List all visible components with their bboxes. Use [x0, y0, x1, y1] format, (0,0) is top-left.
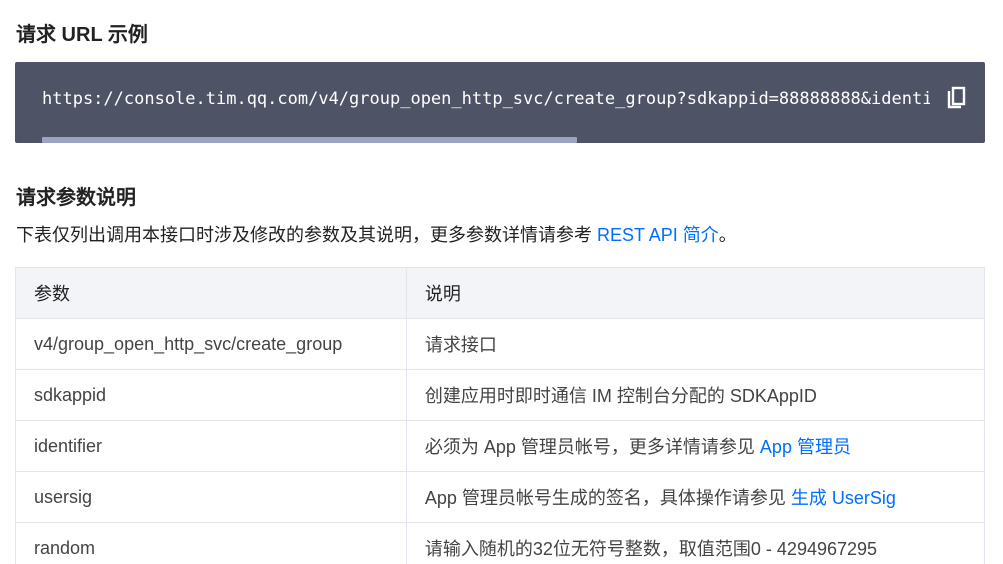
table-row: random 请输入随机的32位无符号整数，取值范围0 - 4294967295 [15, 522, 986, 564]
copy-icon[interactable] [947, 86, 967, 110]
desc-text: 必须为 App 管理员帐号，更多详情请参见 [424, 437, 760, 457]
doc-link[interactable]: 生成 UserSig [791, 488, 896, 508]
param-cell: v4/group_open_http_svc/create_group [15, 318, 407, 370]
params-table: 参数 说明 v4/group_open_http_svc/create_grou… [15, 267, 986, 564]
header-param: 参数 [15, 267, 407, 319]
code-block: https://console.tim.qq.com/v4/group_open… [15, 62, 985, 143]
table-row: usersig App 管理员帐号生成的签名，具体操作请参见 生成 UserSig [15, 471, 986, 523]
desc-cell: App 管理员帐号生成的签名，具体操作请参见 生成 UserSig [405, 471, 986, 523]
url-example-heading: 请求 URL 示例 [16, 24, 148, 46]
horizontal-scrollbar[interactable] [42, 137, 985, 143]
param-cell: identifier [15, 420, 407, 472]
table-row: v4/group_open_http_svc/create_group 请求接口 [15, 318, 986, 370]
request-url-code[interactable]: https://console.tim.qq.com/v4/group_open… [42, 89, 930, 109]
desc-text: 请求接口 [424, 335, 497, 355]
params-description: 下表仅列出调用本接口时涉及修改的参数及其说明，更多参数详情请参考 REST AP… [16, 221, 737, 247]
param-cell: random [15, 522, 407, 564]
param-cell: sdkappid [15, 369, 407, 421]
param-cell: usersig [15, 471, 407, 523]
header-desc: 说明 [405, 267, 986, 319]
table-header-row: 参数 说明 [15, 267, 986, 319]
params-heading: 请求参数说明 [16, 187, 136, 209]
desc-cell: 创建应用时即时通信 IM 控制台分配的 SDKAppID [405, 369, 986, 421]
desc-suffix: 。 [718, 225, 737, 245]
doc-link[interactable]: App 管理员 [760, 437, 851, 457]
desc-prefix: 下表仅列出调用本接口时涉及修改的参数及其说明，更多参数详情请参考 [16, 225, 597, 245]
desc-text: App 管理员帐号生成的签名，具体操作请参见 [424, 488, 791, 508]
table-row: sdkappid 创建应用时即时通信 IM 控制台分配的 SDKAppID [15, 369, 986, 421]
desc-cell: 必须为 App 管理员帐号，更多详情请参见 App 管理员 [405, 420, 986, 472]
rest-api-intro-link[interactable]: REST API 简介 [597, 225, 719, 245]
desc-text: 请输入随机的32位无符号整数，取值范围0 - 4294967295 [424, 539, 878, 559]
scrollbar-thumb[interactable] [42, 137, 577, 143]
desc-text: 创建应用时即时通信 IM 控制台分配的 SDKAppID [424, 386, 817, 406]
desc-cell: 请输入随机的32位无符号整数，取值范围0 - 4294967295 [405, 522, 986, 564]
desc-cell: 请求接口 [405, 318, 986, 370]
table-row: identifier 必须为 App 管理员帐号，更多详情请参见 App 管理员 [15, 420, 986, 472]
